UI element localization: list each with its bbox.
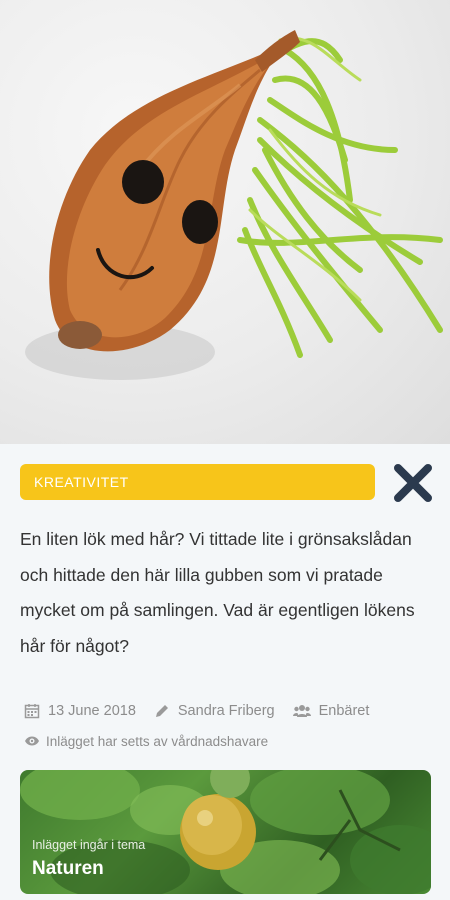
close-icon: [394, 464, 432, 502]
post-date: 13 June 2018: [24, 703, 136, 719]
post-group: Enbäret: [292, 703, 370, 719]
post-photo: [0, 0, 450, 444]
calendar-icon: [24, 704, 40, 719]
users-icon: [292, 705, 311, 717]
post-meta: 13 June 2018 Sandra Friberg Enbäret: [24, 700, 387, 722]
seen-status: Inlägget har setts av vårdnadshavare: [24, 730, 268, 752]
theme-card[interactable]: Inlägget ingår i tema Naturen: [20, 770, 431, 894]
post-author: Sandra Friberg: [154, 703, 275, 719]
theme-subtitle: Inlägget ingår i tema: [32, 838, 146, 852]
author-text: Sandra Friberg: [177, 703, 275, 719]
post-text: En liten lök med hår? Vi tittade lite i …: [20, 529, 415, 656]
eye-icon: [25, 736, 39, 746]
date-text: 13 June 2018: [48, 703, 136, 719]
pencil-icon: [155, 705, 168, 717]
close-button[interactable]: [392, 462, 434, 504]
theme-title: Naturen: [32, 858, 104, 879]
seen-text: Inlägget har setts av vårdnadshavare: [46, 733, 269, 749]
group-text: Enbäret: [318, 703, 370, 719]
post-content: KREATIVITET En liten lök med hår? Vi tit…: [0, 444, 450, 900]
category-tag: KREATIVITET: [20, 464, 375, 500]
